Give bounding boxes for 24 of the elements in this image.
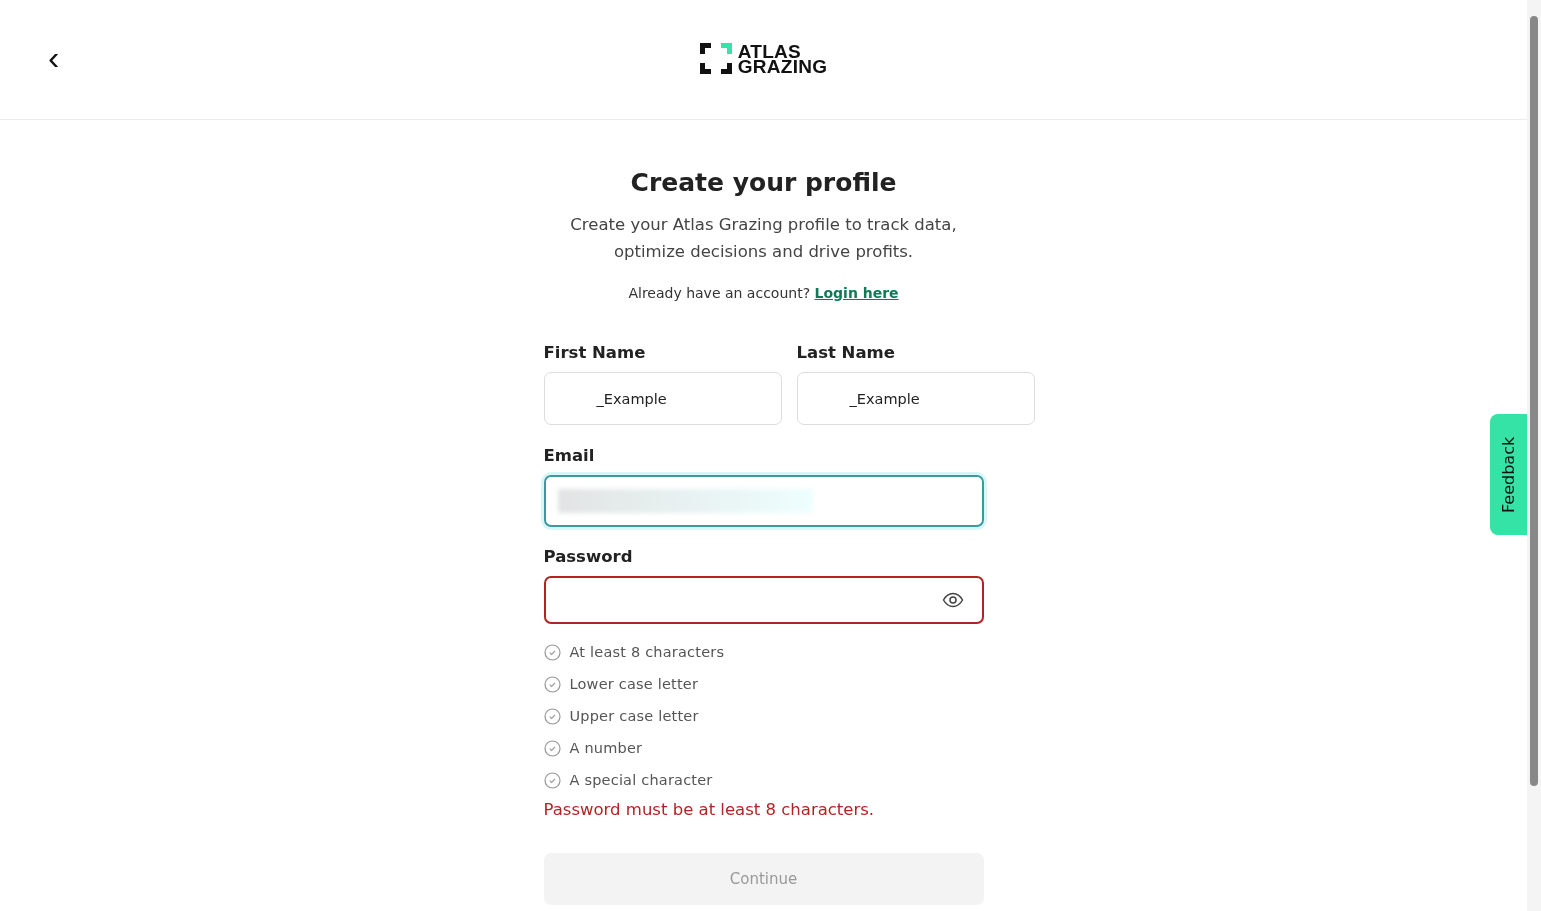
- logo-text: ATLAS GRAZING: [737, 43, 828, 74]
- input-field[interactable]: _Example: [543, 372, 782, 425]
- field-label: Password: [543, 547, 634, 566]
- field-label: Email: [543, 446, 596, 465]
- requirement-text: A special character: [569, 772, 713, 788]
- login-prompt: Already have an account? Login here: [628, 285, 899, 301]
- input-field[interactable]: [543, 475, 984, 527]
- logo-icon: [699, 43, 732, 74]
- field-label: First Name: [543, 343, 647, 362]
- input-field[interactable]: _Example: [796, 372, 1035, 425]
- error-message: Password must be at least 8 characters.: [543, 800, 876, 819]
- back-button[interactable]: ‹: [44, 40, 64, 74]
- requirement-text: A number: [569, 740, 643, 756]
- requirement-text: At least 8 characters: [569, 644, 725, 660]
- field-label: Last Name: [796, 343, 896, 362]
- input-field[interactable]: [543, 576, 984, 624]
- page-title: Create your profile: [630, 168, 897, 197]
- subtitle: Create your Atlas Grazing profile to track data, optimize decisions and drive profits.: [569, 214, 958, 263]
- feedback-tab[interactable]: Feedback: [1490, 414, 1527, 535]
- eye-icon[interactable]: [941, 591, 964, 609]
- requirement-text: Upper case letter: [569, 708, 699, 724]
- requirement-text: Lower case letter: [569, 676, 699, 692]
- scrollbar[interactable]: [1527, 0, 1541, 911]
- login-link[interactable]: Login here: [814, 285, 899, 301]
